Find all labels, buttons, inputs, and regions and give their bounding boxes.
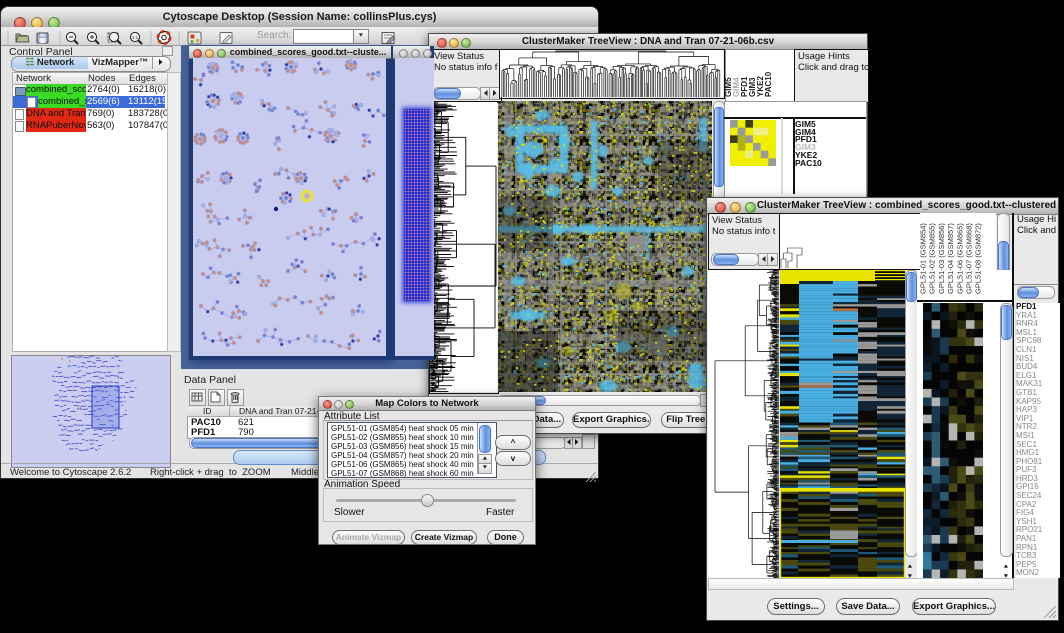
svg-text:PAC10: PAC10 <box>764 71 773 97</box>
